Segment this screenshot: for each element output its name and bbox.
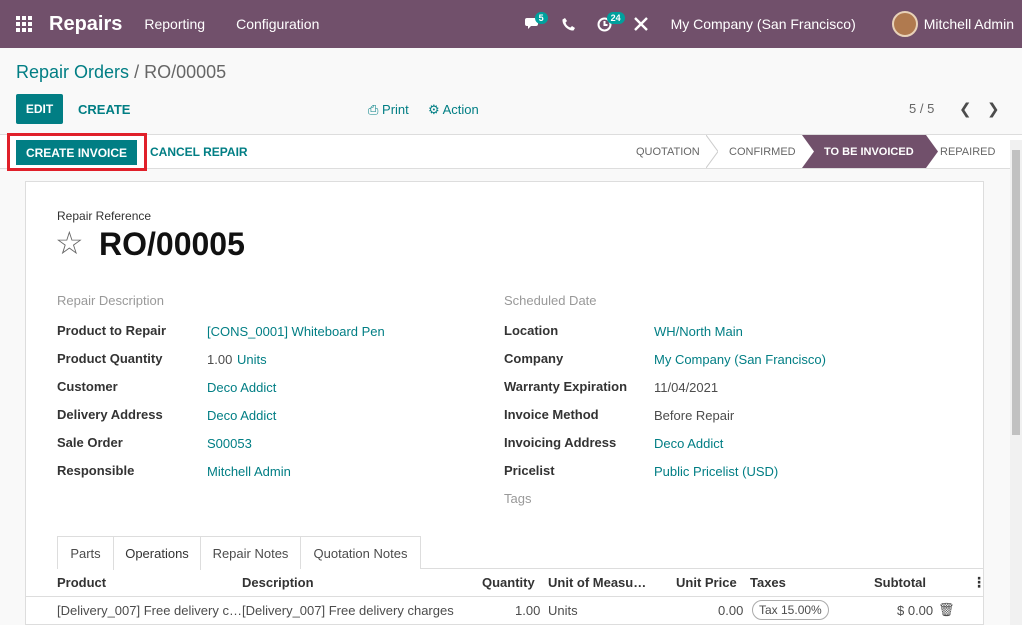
- breadcrumb: Repair Orders / RO/00005: [16, 62, 226, 83]
- invoicing-address-label: Invoicing Address: [504, 435, 617, 450]
- stage-separator: [926, 135, 938, 168]
- chevron-right-icon[interactable]: ❯: [987, 100, 1000, 118]
- apps-icon[interactable]: [0, 0, 48, 48]
- top-navbar: Repairs Reporting Configuration 5 24 My …: [0, 0, 1022, 48]
- stage-to-be-invoiced: TO BE INVOICED: [802, 135, 926, 168]
- pricelist-value[interactable]: Public Pricelist (USD): [654, 464, 778, 479]
- activity-icon[interactable]: 24: [587, 0, 625, 48]
- company-value[interactable]: My Company (San Francisco): [654, 352, 826, 367]
- breadcrumb-separator: /: [134, 62, 140, 82]
- company-switcher[interactable]: My Company (San Francisco): [671, 16, 856, 32]
- col-description[interactable]: Description: [242, 575, 314, 590]
- location-label: Location: [504, 323, 559, 338]
- systray: 5 24 My Company (San Francisco) Mitchell…: [515, 0, 1022, 48]
- sale-order-label: Sale Order: [57, 435, 123, 450]
- col-taxes[interactable]: Taxes: [750, 575, 786, 590]
- breadcrumb-current: RO/00005: [144, 62, 227, 82]
- delivery-address-label: Delivery Address: [57, 407, 163, 422]
- responsible-value[interactable]: Mitchell Admin: [207, 464, 291, 479]
- product-to-repair-value[interactable]: [CONS_0001] Whiteboard Pen: [207, 324, 385, 339]
- col-quantity[interactable]: Quantity: [482, 575, 535, 590]
- action-label: Action: [442, 102, 479, 117]
- col-unit-price[interactable]: Unit Price: [676, 575, 737, 590]
- tools-icon[interactable]: [623, 0, 659, 48]
- tab-quotation-notes[interactable]: Quotation Notes: [300, 536, 421, 569]
- print-button[interactable]: ⎙ Print: [368, 102, 409, 118]
- stage-separator: [706, 135, 718, 168]
- location-value[interactable]: WH/North Main: [654, 324, 743, 339]
- stage-separator: [802, 135, 814, 168]
- stage-quotation[interactable]: QUOTATION: [636, 135, 700, 168]
- row-subtotal: $ 0.00: [897, 603, 934, 618]
- tab-parts[interactable]: Parts: [57, 536, 113, 569]
- star-icon[interactable]: ☆: [55, 225, 84, 261]
- create-invoice-button[interactable]: CREATE INVOICE: [16, 140, 137, 165]
- scheduled-date-field[interactable]: Scheduled Date: [504, 293, 597, 308]
- pricelist-label: Pricelist: [504, 463, 555, 478]
- product-quantity-label: Product Quantity: [57, 351, 163, 366]
- trash-icon[interactable]: 🗑: [938, 602, 955, 618]
- row-description[interactable]: [Delivery_007] Free delivery charges: [242, 603, 454, 618]
- row-unit-price[interactable]: 0.00: [718, 603, 743, 618]
- tab-operations[interactable]: Operations: [113, 536, 201, 570]
- avatar[interactable]: [891, 11, 918, 37]
- product-to-repair-label: Product to Repair: [57, 323, 167, 338]
- app-name[interactable]: Repairs: [49, 13, 122, 36]
- row-quantity[interactable]: 1.00: [515, 603, 540, 618]
- product-quantity-value[interactable]: 1.00: [207, 352, 232, 367]
- create-button[interactable]: CREATE: [78, 102, 130, 117]
- chevron-left-icon[interactable]: ❮: [959, 100, 972, 118]
- company-label: Company: [504, 351, 564, 366]
- tab-repair-notes[interactable]: Repair Notes: [201, 536, 301, 569]
- menu-configuration[interactable]: Configuration: [236, 16, 319, 32]
- messages-badge: 5: [534, 12, 548, 24]
- row-product[interactable]: [Delivery_007] Free delivery c…: [57, 603, 242, 618]
- menu-reporting[interactable]: Reporting: [144, 16, 205, 32]
- repair-description-field[interactable]: Repair Description: [57, 293, 164, 308]
- breadcrumb-parent[interactable]: Repair Orders: [16, 62, 129, 82]
- cancel-repair-button[interactable]: CANCEL REPAIR: [150, 145, 248, 159]
- sale-order-value[interactable]: S00053: [207, 436, 252, 451]
- phone-icon[interactable]: [551, 0, 587, 48]
- ref-label: Repair Reference: [57, 209, 152, 223]
- responsible-label: Responsible: [57, 463, 135, 478]
- action-button[interactable]: ⚙ Action: [428, 102, 479, 118]
- stage-confirmed[interactable]: CONFIRMED: [729, 135, 796, 168]
- user-menu[interactable]: Mitchell Admin: [924, 16, 1014, 32]
- delivery-address-value[interactable]: Deco Addict: [207, 408, 276, 423]
- scrollbar-thumb[interactable]: [1012, 150, 1020, 435]
- chat-icon[interactable]: 5: [515, 0, 551, 48]
- edit-button[interactable]: EDIT: [16, 94, 63, 124]
- col-product[interactable]: Product: [57, 575, 106, 590]
- tax-badge[interactable]: Tax 15.00%: [752, 600, 829, 620]
- warranty-expiration-value[interactable]: 11/04/2021: [654, 380, 718, 395]
- customer-value[interactable]: Deco Addict: [207, 380, 276, 395]
- pager-value[interactable]: 5 / 5: [909, 101, 934, 116]
- col-uom[interactable]: Unit of Measu…: [548, 575, 646, 590]
- tags-field[interactable]: Tags: [504, 491, 531, 506]
- stage-repaired[interactable]: REPAIRED: [940, 135, 995, 168]
- kebab-icon[interactable]: ⋮: [972, 574, 986, 591]
- invoice-method-label: Invoice Method: [504, 407, 599, 422]
- invoicing-address-value[interactable]: Deco Addict: [654, 436, 723, 451]
- col-subtotal[interactable]: Subtotal: [874, 575, 926, 590]
- page-title: RO/00005: [99, 226, 245, 262]
- product-quantity-unit[interactable]: Units: [237, 352, 267, 367]
- print-label: Print: [382, 102, 409, 117]
- invoice-method-value[interactable]: Before Repair: [654, 408, 734, 423]
- customer-label: Customer: [57, 379, 118, 394]
- gear-icon: ⚙: [428, 102, 440, 117]
- warranty-expiration-label: Warranty Expiration: [504, 379, 628, 394]
- row-uom[interactable]: Units: [548, 603, 578, 618]
- print-icon: ⎙: [368, 102, 379, 117]
